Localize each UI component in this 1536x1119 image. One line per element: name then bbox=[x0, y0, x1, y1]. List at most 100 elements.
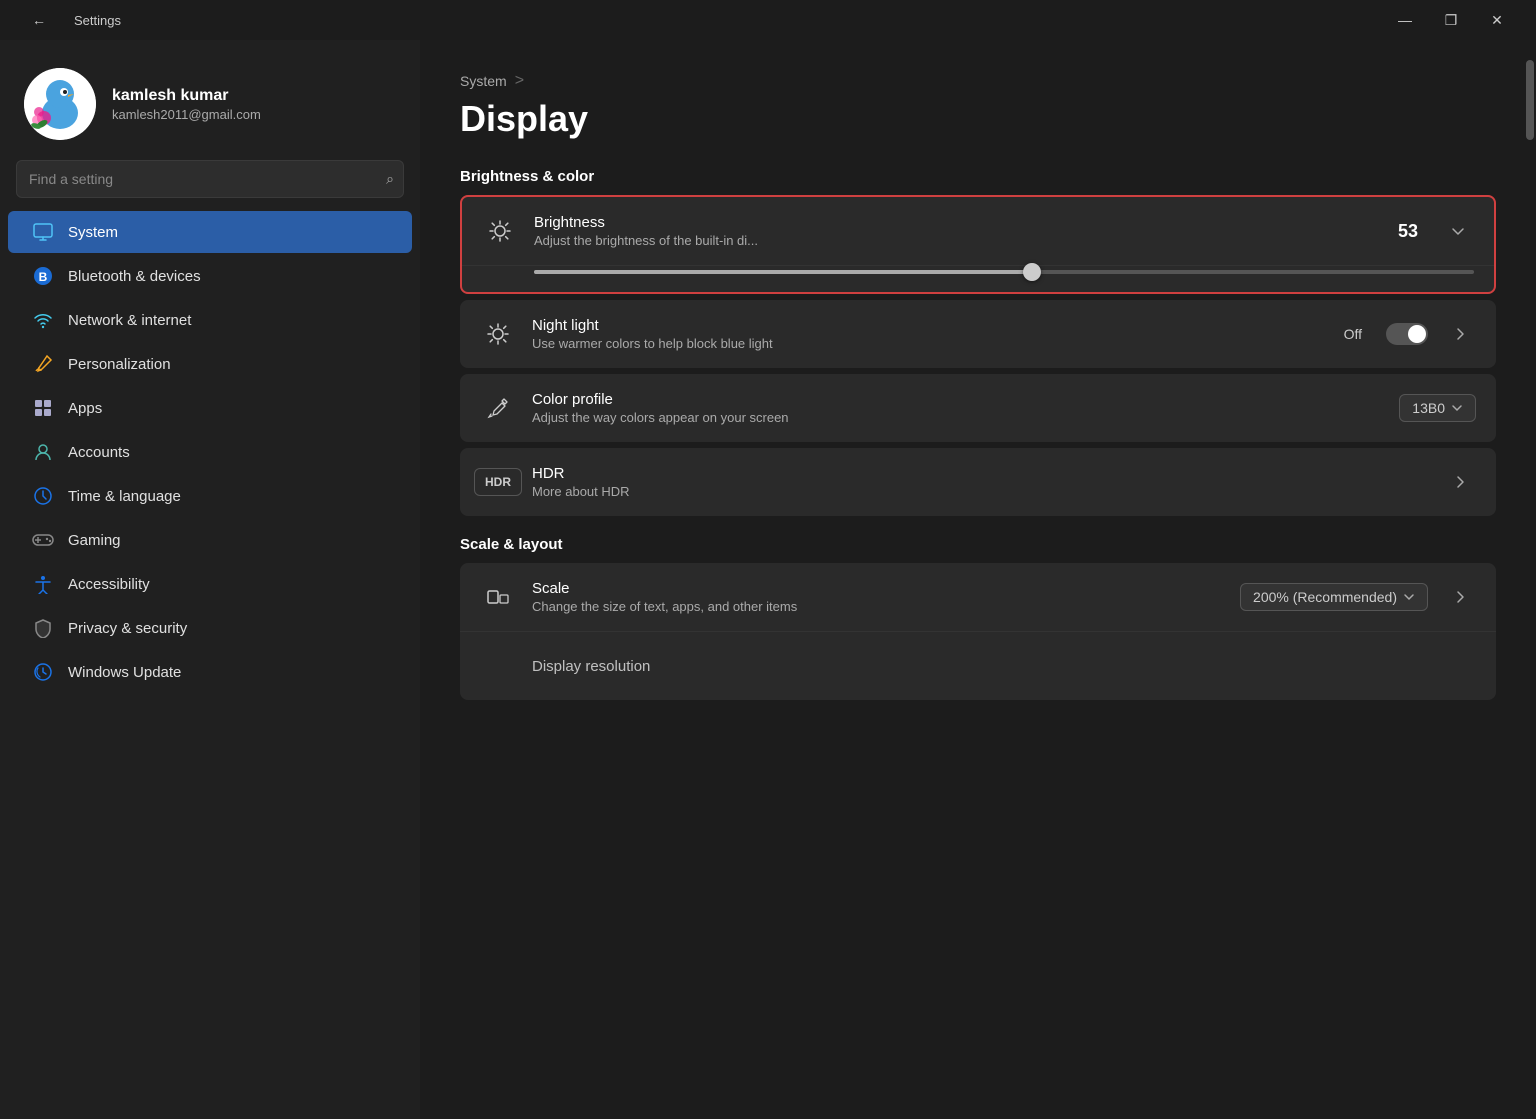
brightness-card: Brightness Adjust the brightness of the … bbox=[460, 195, 1496, 294]
maximize-button[interactable]: ❐ bbox=[1428, 4, 1474, 36]
user-email: kamlesh2011@gmail.com bbox=[112, 107, 261, 122]
sidebar-item-privacy[interactable]: Privacy & security bbox=[8, 607, 412, 649]
slider-thumb[interactable] bbox=[1023, 263, 1041, 281]
night-light-subtitle: Use warmer colors to help block blue lig… bbox=[532, 336, 1328, 351]
display-resolution-icon bbox=[480, 648, 516, 684]
titlebar: ← Settings — ❐ ✕ bbox=[0, 0, 1536, 40]
scale-dropdown[interactable]: 200% (Recommended) bbox=[1240, 583, 1428, 611]
bluetooth-icon: B bbox=[32, 265, 54, 287]
sidebar-item-accessibility[interactable]: Accessibility bbox=[8, 563, 412, 605]
app-container: kamlesh kumar kamlesh2011@gmail.com ⌕ Sy… bbox=[0, 40, 1536, 1119]
wifi-icon bbox=[32, 309, 54, 331]
sidebar-item-accounts[interactable]: Accounts bbox=[8, 431, 412, 473]
scale-card: Scale Change the size of text, apps, and… bbox=[460, 563, 1496, 700]
close-button[interactable]: ✕ bbox=[1474, 4, 1520, 36]
accessibility-icon bbox=[32, 573, 54, 595]
sidebar-item-network[interactable]: Network & internet bbox=[8, 299, 412, 341]
color-profile-info: Color profile Adjust the way colors appe… bbox=[532, 391, 1383, 425]
scale-value: 200% (Recommended) bbox=[1253, 589, 1397, 605]
brightness-value: 53 bbox=[1398, 221, 1418, 242]
scale-icon bbox=[480, 579, 516, 615]
night-light-toggle[interactable] bbox=[1386, 323, 1428, 345]
apps-icon bbox=[32, 397, 54, 419]
brightness-section-label: Brightness & color bbox=[460, 168, 1496, 185]
night-light-card: Night light Use warmer colors to help bl… bbox=[460, 300, 1496, 368]
gamepad-icon bbox=[32, 529, 54, 551]
display-resolution-title: Display resolution bbox=[532, 658, 1476, 675]
search-box: ⌕ bbox=[16, 160, 404, 198]
shield-icon bbox=[32, 617, 54, 639]
hdr-nav-button[interactable] bbox=[1444, 466, 1476, 498]
titlebar-controls: — ❐ ✕ bbox=[1382, 4, 1520, 36]
scale-section: Scale & layout Scale Change the size of … bbox=[460, 536, 1496, 700]
brightness-info: Brightness Adjust the brightness of the … bbox=[534, 214, 1382, 248]
hdr-title: HDR bbox=[532, 465, 1428, 482]
color-profile-value: 13B0 bbox=[1412, 400, 1445, 416]
sidebar-item-apps-label: Apps bbox=[68, 400, 102, 417]
sidebar-item-personalization-label: Personalization bbox=[68, 356, 171, 373]
clock-icon bbox=[32, 485, 54, 507]
scrollbar[interactable] bbox=[1524, 40, 1536, 1119]
scale-nav-button[interactable] bbox=[1444, 581, 1476, 613]
sidebar-item-system[interactable]: System bbox=[8, 211, 412, 253]
sidebar-item-gaming[interactable]: Gaming bbox=[8, 519, 412, 561]
night-light-info: Night light Use warmer colors to help bl… bbox=[532, 317, 1328, 351]
breadcrumb-parent[interactable]: System bbox=[460, 73, 507, 89]
sidebar-item-accessibility-label: Accessibility bbox=[68, 576, 150, 593]
person-icon bbox=[32, 441, 54, 463]
titlebar-title: Settings bbox=[74, 13, 121, 28]
user-name: kamlesh kumar bbox=[112, 87, 261, 105]
minimize-button[interactable]: — bbox=[1382, 4, 1428, 36]
night-light-status: Off bbox=[1344, 326, 1362, 342]
slider-fill bbox=[534, 270, 1032, 274]
update-icon bbox=[32, 661, 54, 683]
sidebar-item-network-label: Network & internet bbox=[68, 312, 191, 329]
night-light-nav-button[interactable] bbox=[1444, 318, 1476, 350]
display-resolution-row[interactable]: Display resolution bbox=[460, 632, 1496, 700]
brightness-slider-row bbox=[462, 266, 1494, 292]
avatar bbox=[24, 68, 96, 140]
sidebar-item-bluetooth-label: Bluetooth & devices bbox=[68, 268, 201, 285]
scale-subtitle: Change the size of text, apps, and other… bbox=[532, 599, 1224, 614]
night-light-row[interactable]: Night light Use warmer colors to help bl… bbox=[460, 300, 1496, 368]
color-profile-subtitle: Adjust the way colors appear on your scr… bbox=[532, 410, 1383, 425]
brightness-subtitle: Adjust the brightness of the built-in di… bbox=[534, 233, 1382, 248]
breadcrumb-separator: > bbox=[515, 72, 524, 90]
sidebar-item-apps[interactable]: Apps bbox=[8, 387, 412, 429]
search-icon: ⌕ bbox=[386, 171, 394, 188]
titlebar-left: ← Settings bbox=[16, 4, 121, 36]
scale-title: Scale bbox=[532, 580, 1224, 597]
sidebar-item-time[interactable]: Time & language bbox=[8, 475, 412, 517]
back-button[interactable]: ← bbox=[16, 4, 62, 36]
svg-text:B: B bbox=[39, 270, 48, 284]
brightness-slider[interactable] bbox=[534, 270, 1474, 274]
sidebar: kamlesh kumar kamlesh2011@gmail.com ⌕ Sy… bbox=[0, 40, 420, 1119]
hdr-info: HDR More about HDR bbox=[532, 465, 1428, 499]
sidebar-item-windows-update[interactable]: Windows Update bbox=[8, 651, 412, 693]
sidebar-item-bluetooth[interactable]: B Bluetooth & devices bbox=[8, 255, 412, 297]
hdr-card: HDR HDR More about HDR bbox=[460, 448, 1496, 516]
scrollbar-thumb[interactable] bbox=[1526, 60, 1534, 140]
color-profile-card: Color profile Adjust the way colors appe… bbox=[460, 374, 1496, 442]
night-light-title: Night light bbox=[532, 317, 1328, 334]
user-info: kamlesh kumar kamlesh2011@gmail.com bbox=[112, 87, 261, 122]
monitor-icon bbox=[32, 221, 54, 243]
user-section: kamlesh kumar kamlesh2011@gmail.com bbox=[0, 40, 420, 160]
sidebar-item-windows-update-label: Windows Update bbox=[68, 664, 181, 681]
hdr-row[interactable]: HDR HDR More about HDR bbox=[460, 448, 1496, 516]
brightness-row[interactable]: Brightness Adjust the brightness of the … bbox=[462, 197, 1494, 266]
brightness-expand-button[interactable] bbox=[1442, 215, 1474, 247]
scale-row[interactable]: Scale Change the size of text, apps, and… bbox=[460, 563, 1496, 632]
sun-icon bbox=[482, 213, 518, 249]
sidebar-item-personalization[interactable]: Personalization bbox=[8, 343, 412, 385]
color-profile-row[interactable]: Color profile Adjust the way colors appe… bbox=[460, 374, 1496, 442]
toggle-thumb bbox=[1408, 325, 1426, 343]
page-title: Display bbox=[460, 98, 1496, 140]
scale-info: Scale Change the size of text, apps, and… bbox=[532, 580, 1224, 614]
color-profile-dropdown[interactable]: 13B0 bbox=[1399, 394, 1476, 422]
search-input[interactable] bbox=[16, 160, 404, 198]
brush-icon bbox=[32, 353, 54, 375]
scale-section-label: Scale & layout bbox=[460, 536, 1496, 553]
night-light-icon bbox=[480, 316, 516, 352]
sidebar-item-privacy-label: Privacy & security bbox=[68, 620, 187, 637]
